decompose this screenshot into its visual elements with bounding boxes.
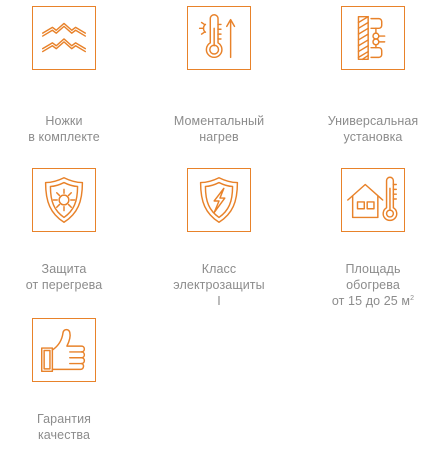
feature-quality-guarantee: Гарантия качества xyxy=(4,318,124,443)
feature-label: Универсальная установка xyxy=(313,113,433,145)
feature-label-line-area: от 15 до 25 м2 xyxy=(313,293,433,309)
feature-label-line: нагрев xyxy=(199,130,239,144)
feature-label-line: электрозащиты xyxy=(173,278,265,292)
feature-electrical-protection: Класс электрозащиты I xyxy=(159,168,279,309)
feature-label-line: Моментальный xyxy=(173,114,265,128)
legs-icon xyxy=(32,6,96,70)
house-thermometer-icon xyxy=(341,168,405,232)
feature-label: Класс электрозащиты I xyxy=(159,261,279,309)
feature-legs: Ножки в комплекте xyxy=(4,6,124,145)
wall-mount-icon xyxy=(341,6,405,70)
feature-instant-heating: Моментальный нагрев xyxy=(159,6,279,145)
feature-label: Защита от перегрева xyxy=(4,261,124,293)
feature-label-line: Класс xyxy=(201,262,237,276)
feature-label: Площадь обогрева от 15 до 25 м2 xyxy=(313,261,433,309)
feature-label-line: качества xyxy=(37,428,91,442)
feature-label-line: I xyxy=(217,294,221,308)
feature-label-line: в комплекте xyxy=(28,130,100,144)
feature-label-line: Защита xyxy=(41,262,87,276)
feature-label-line: обогрева xyxy=(346,278,400,292)
feature-label: Ножки в комплекте xyxy=(4,113,124,145)
feature-label-line: Площадь xyxy=(345,262,401,276)
area-unit-superscript: 2 xyxy=(410,294,415,302)
feature-overheat-protection: Защита от перегрева xyxy=(4,168,124,293)
feature-label-line: от перегрева xyxy=(25,278,103,292)
feature-heating-area: Площадь обогрева от 15 до 25 м2 xyxy=(313,168,433,309)
sun-shield-icon xyxy=(32,168,96,232)
thermometer-heat-icon xyxy=(187,6,251,70)
feature-label: Моментальный нагрев xyxy=(159,113,279,145)
thumbs-up-icon xyxy=(32,318,96,382)
feature-label-line: Гарантия xyxy=(36,412,92,426)
lightning-shield-icon xyxy=(187,168,251,232)
feature-label-line: Универсальная xyxy=(327,114,419,128)
feature-label: Гарантия качества xyxy=(4,411,124,443)
feature-label-line: Ножки xyxy=(45,114,83,128)
feature-label-line: установка xyxy=(343,130,403,144)
feature-universal-mount: Универсальная установка xyxy=(313,6,433,145)
area-value: от 15 до 25 м xyxy=(331,294,411,308)
